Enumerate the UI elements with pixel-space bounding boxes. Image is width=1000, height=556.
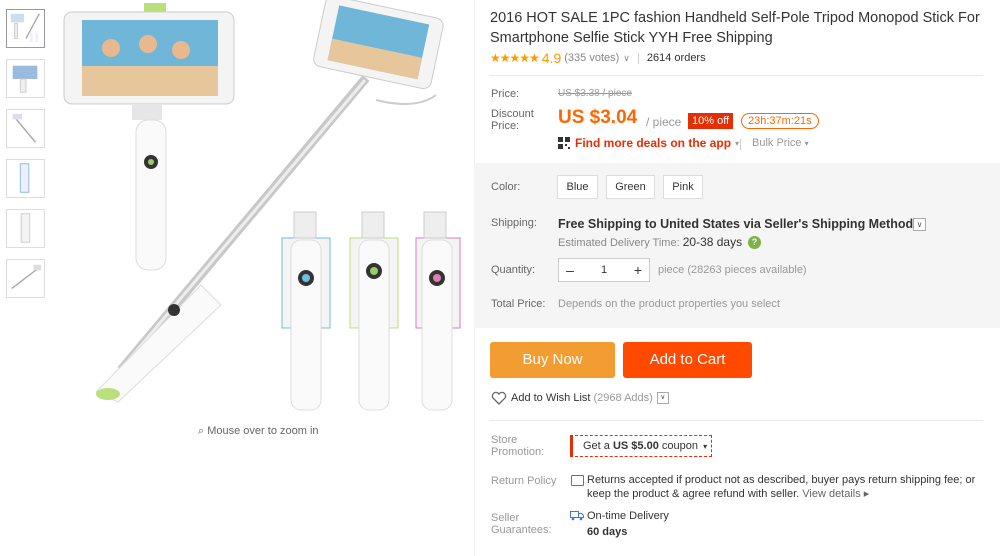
shipping-method[interactable]: Free Shipping to United States via Selle…	[558, 217, 913, 231]
truck-icon	[570, 511, 584, 521]
bulk-price-link[interactable]: Bulk Price ▾	[752, 137, 809, 149]
add-to-wishlist[interactable]: Add to Wish List (2968 Adds) ∨	[491, 391, 669, 405]
seller-guarantees-label: Seller Guarantees:	[491, 512, 552, 536]
total-price-value: Depends on the product properties you se…	[558, 298, 780, 310]
help-icon[interactable]: ?	[748, 236, 761, 249]
view-details-link[interactable]: View details ▸	[802, 488, 869, 500]
orders-count: 2614 orders	[646, 52, 706, 64]
return-text: Returns accepted if product not as descr…	[587, 474, 976, 500]
color-option-blue[interactable]: Blue	[557, 175, 598, 199]
minus-icon[interactable]: –	[559, 259, 581, 281]
estimated-delivery: Estimated Delivery Time: 20-38 days	[558, 235, 742, 249]
plus-icon[interactable]: +	[627, 259, 649, 281]
thumbnail-5[interactable]	[6, 209, 45, 248]
magnifier-icon: ⌕	[198, 425, 205, 437]
product-main-image[interactable]	[56, 0, 468, 418]
shipping-label: Shipping:	[491, 217, 537, 229]
coupon-amount: US $5.00	[612, 440, 659, 452]
store-coupon[interactable]: Get a US $5.00 coupon ▾	[570, 435, 712, 457]
wishlist-count: (2968 Adds)	[593, 392, 653, 404]
original-price: US $3.38 / piece	[558, 88, 632, 99]
heart-icon	[491, 391, 507, 405]
thumbnail-2[interactable]	[6, 59, 45, 98]
thumbnail-3[interactable]	[6, 109, 45, 148]
discount-price-label: Discount Price:	[491, 108, 534, 132]
rating-value: 4.9	[541, 50, 562, 66]
quantity-label: Quantity:	[491, 264, 536, 276]
chevron-down-icon[interactable]: ∨	[656, 392, 669, 404]
total-price-label: Total Price:	[491, 298, 546, 310]
buy-now-button[interactable]: Buy Now	[490, 342, 615, 378]
thumbnail-1[interactable]	[6, 9, 45, 48]
votes-link[interactable]: (335 votes)	[564, 52, 619, 64]
wishlist-text: Add to Wish List	[511, 392, 591, 404]
zoom-hint-text: Mouse over to zoom in	[207, 425, 319, 437]
product-title: 2016 HOT SALE 1PC fashion Handheld Self-…	[490, 10, 980, 46]
view-details-text: View details	[802, 488, 861, 500]
thumbnail-6[interactable]	[6, 259, 45, 298]
quantity-stepper: – 1 +	[558, 258, 650, 282]
divider	[490, 420, 983, 421]
quantity-input[interactable]: 1	[581, 259, 627, 281]
color-option-green[interactable]: Green	[606, 175, 655, 199]
on-time-delivery: On-time Delivery	[587, 510, 669, 522]
est-days: 20-38 days	[682, 235, 743, 249]
coupon-prefix: Get a	[583, 440, 610, 452]
store-promotion-label: Store Promotion:	[491, 434, 545, 458]
free-shipping-text: Free Shipping	[558, 217, 642, 231]
chevron-down-icon[interactable]: ∨	[913, 218, 926, 231]
shipping-destination: to United States via Seller's Shipping M…	[644, 217, 914, 231]
app-deals-text: Find more deals on the app	[575, 136, 732, 150]
color-option-pink[interactable]: Pink	[663, 175, 703, 199]
qr-code-icon	[558, 137, 570, 149]
chevron-down-icon: ▾	[735, 138, 740, 148]
rating-row: ★★★★★ 4.9 (335 votes) ∨ 2614 orders	[490, 50, 706, 66]
add-to-cart-button[interactable]: Add to Cart	[623, 342, 752, 378]
divider	[740, 139, 741, 150]
guarantee-days: 60 days	[587, 526, 628, 538]
zoom-hint: ⌕ Mouse over to zoom in	[198, 425, 319, 438]
quantity-available: piece (28263 pieces available)	[658, 264, 807, 276]
price-label: Price:	[491, 88, 520, 100]
est-label: Estimated Delivery Time:	[558, 237, 680, 249]
bulk-price-text: Bulk Price	[752, 137, 802, 149]
coupon-suffix: coupon	[661, 440, 698, 452]
return-policy-label: Return Policy	[491, 475, 557, 487]
return-policy-text: Returns accepted if product not as descr…	[587, 473, 982, 501]
discount-price: US $3.04	[558, 107, 638, 128]
chevron-down-icon: ▾	[804, 139, 809, 148]
divider	[490, 75, 983, 76]
chevron-down-icon[interactable]: ∨	[623, 53, 630, 64]
color-label: Color:	[491, 181, 521, 193]
divider	[637, 52, 639, 64]
thumbnail-4[interactable]	[6, 159, 45, 198]
star-rating-icon: ★★★★★	[490, 51, 540, 65]
return-icon	[571, 475, 584, 486]
discount-badge: 10% off	[688, 113, 734, 129]
countdown-timer: 23h:37m:21s	[741, 113, 819, 129]
per-piece: / piece	[646, 115, 682, 129]
app-deals-link[interactable]: Find more deals on the app ▾	[558, 136, 739, 150]
chevron-down-icon: ▾	[703, 442, 708, 451]
